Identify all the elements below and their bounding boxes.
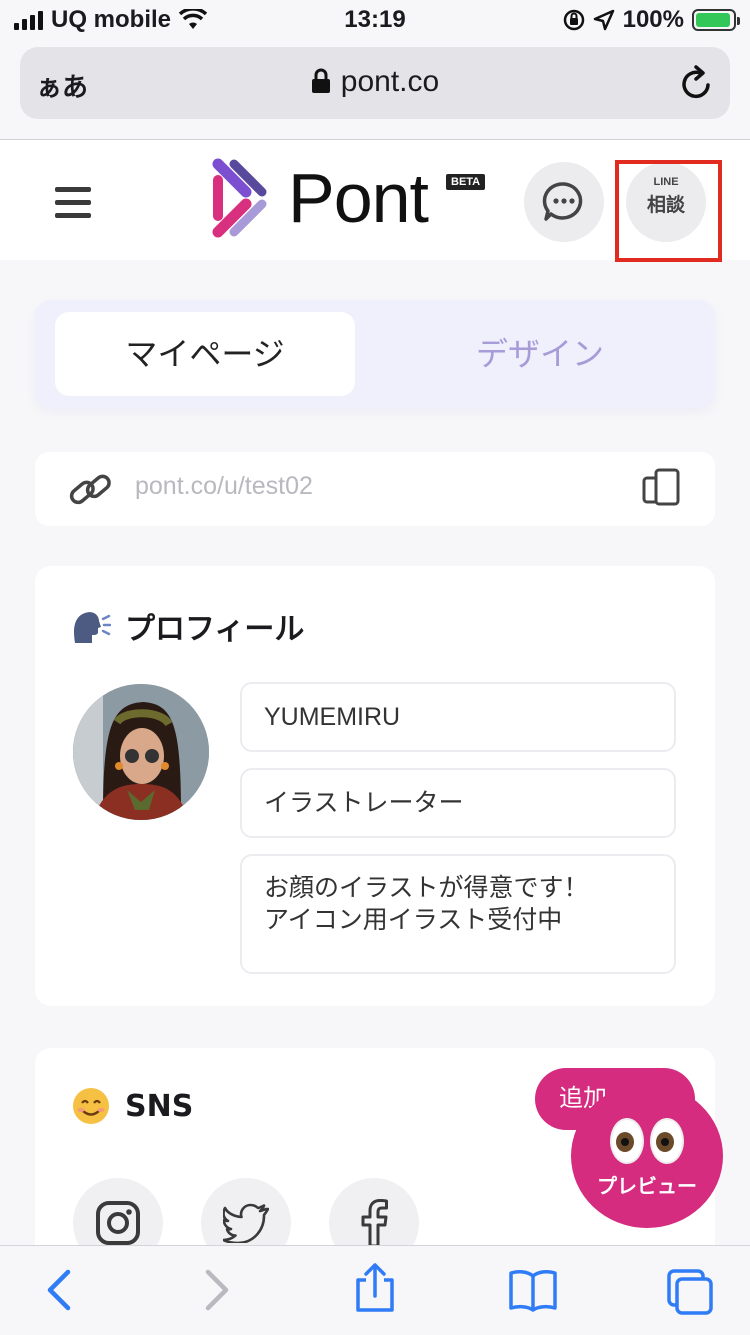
sns-heading: SNS — [71, 1086, 193, 1126]
domain-text: pont.co — [340, 65, 440, 98]
facebook-icon — [361, 1199, 388, 1248]
smiling-face-icon — [73, 1088, 109, 1124]
job-title-field[interactable]: イラストレーター — [240, 768, 676, 838]
forward-icon[interactable] — [204, 1268, 232, 1312]
bookmarks-icon[interactable] — [508, 1268, 558, 1312]
tab-bar: マイページ デザイン — [35, 300, 715, 408]
address-bar[interactable]: ぁあ pont.co — [20, 47, 730, 119]
menu-icon[interactable] — [55, 187, 91, 226]
link-icon — [69, 474, 111, 505]
address-domain[interactable]: pont.co — [20, 65, 730, 99]
profile-url[interactable]: pont.co/u/test02 — [135, 472, 313, 501]
battery-percent: 100% — [622, 6, 684, 33]
copy-icon[interactable] — [641, 466, 683, 508]
profile-card: プロフィール YUMEMIRU イラストレーター お顔のイラストが得意です！ ア… — [35, 566, 715, 1006]
browser-toolbar — [0, 1245, 750, 1335]
profile-url-card: pont.co/u/test02 — [35, 452, 715, 526]
sns-title: SNS — [125, 1088, 194, 1124]
logo-text: Pont — [288, 159, 429, 237]
name-field[interactable]: YUMEMIRU — [240, 682, 676, 752]
lock-icon — [311, 68, 330, 93]
status-right: 100% — [563, 6, 740, 34]
avatar-illustration — [73, 684, 209, 820]
tab-mypage[interactable]: マイページ — [55, 312, 355, 396]
instagram-icon — [96, 1201, 140, 1245]
avatar[interactable] — [73, 684, 209, 820]
tabs-icon[interactable] — [666, 1268, 714, 1316]
battery-icon — [692, 9, 740, 31]
back-icon[interactable] — [44, 1268, 72, 1312]
reload-icon[interactable] — [680, 65, 714, 101]
preview-label: プレビュー — [597, 1174, 697, 1198]
preview-button[interactable]: プレビュー — [571, 1084, 723, 1228]
profile-heading: プロフィール — [71, 604, 304, 648]
bio-field[interactable]: お顔のイラストが得意です！ アイコン用イラスト受付中 — [240, 854, 676, 974]
logo-mark-icon — [212, 158, 267, 238]
location-icon — [593, 9, 614, 31]
speaking-head-icon — [74, 612, 111, 643]
status-bar: UQ mobile 13:19 100% — [0, 0, 750, 40]
pont-logo[interactable]: Pont — [212, 158, 429, 238]
chat-icon — [542, 182, 583, 221]
highlight-box — [615, 160, 722, 262]
profile-title: プロフィール — [125, 612, 305, 647]
beta-badge: BETA — [446, 174, 486, 190]
chat-button[interactable] — [524, 162, 604, 242]
tab-design[interactable]: デザイン — [375, 312, 705, 396]
battery-fill — [696, 13, 731, 27]
orientation-lock-icon — [563, 9, 584, 31]
share-icon[interactable] — [354, 1262, 396, 1314]
twitter-icon — [223, 1203, 269, 1243]
eyes-icon — [571, 1118, 723, 1164]
